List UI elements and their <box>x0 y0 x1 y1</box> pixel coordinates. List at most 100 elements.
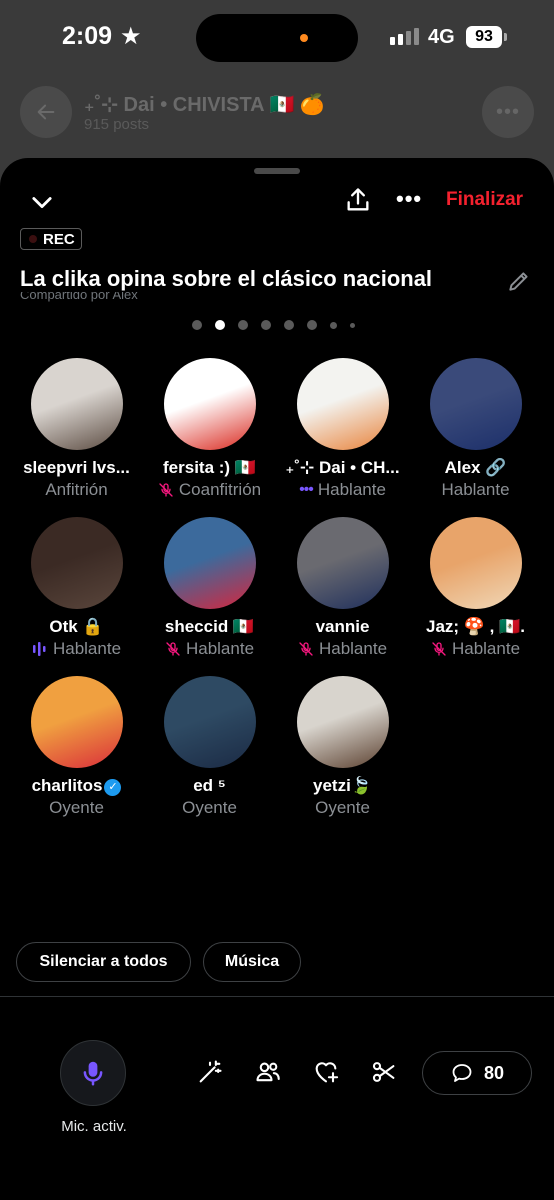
star-icon: ★ <box>120 23 142 50</box>
avatar[interactable] <box>296 358 389 450</box>
participant[interactable]: charlitos ✓ Oyente <box>10 676 143 818</box>
participant-name: vannie <box>315 617 370 636</box>
end-space-button[interactable]: Finalizar <box>446 189 523 211</box>
edit-icon[interactable] <box>506 268 532 294</box>
recording-badge: REC <box>20 228 82 250</box>
avatar[interactable] <box>429 358 522 450</box>
role-label: Hablante <box>318 639 388 658</box>
magic-wand-icon[interactable] <box>196 1058 224 1086</box>
participant-role: Hablante <box>143 639 276 659</box>
participant[interactable]: Alex 🔗 Hablante <box>409 358 542 500</box>
page-dot <box>261 320 271 330</box>
page-dot <box>284 320 294 330</box>
role-label: Anfitrión <box>45 480 108 499</box>
role-label: Hablante <box>52 639 122 658</box>
participant-role: Oyente <box>10 798 143 818</box>
scissors-icon[interactable] <box>370 1058 398 1086</box>
participant[interactable]: yetzi🍃 Oyente <box>276 676 409 818</box>
participant-role: Oyente <box>143 798 276 818</box>
mic-button[interactable] <box>60 1040 126 1106</box>
mic-icon <box>83 1061 103 1086</box>
network-type: 4G <box>428 26 455 48</box>
avatar[interactable] <box>296 517 389 609</box>
participant-role: Hablante <box>409 639 542 659</box>
participant-name: ₊˚⊹ Dai • CH... <box>285 458 400 477</box>
avatar[interactable] <box>163 676 256 768</box>
avatar[interactable] <box>30 517 123 609</box>
speaking-bars-icon <box>32 642 46 656</box>
participant-name: yetzi🍃 <box>313 776 372 795</box>
page-indicator <box>192 320 355 330</box>
role-label: Oyente <box>315 798 370 817</box>
status-time: 2:09 <box>62 22 113 50</box>
avatar[interactable] <box>429 517 522 609</box>
page-dot-active <box>215 320 225 330</box>
participant-role: Anfitrión <box>10 480 143 500</box>
participant-name: sheccid 🇲🇽 <box>164 617 255 636</box>
people-icon[interactable] <box>254 1058 282 1086</box>
music-button[interactable]: Música <box>203 942 301 982</box>
avatar[interactable] <box>163 358 256 450</box>
more-icon[interactable]: ••• <box>396 186 422 212</box>
role-label: Oyente <box>182 798 237 817</box>
participant-role: Coanfitrión <box>143 480 276 500</box>
participant-name: Otk 🔒 <box>49 617 104 636</box>
avatar[interactable] <box>30 676 123 768</box>
comments-button[interactable]: 80 <box>422 1051 532 1095</box>
page-dot <box>192 320 202 330</box>
mic-off-icon <box>299 642 313 656</box>
battery-tip <box>504 33 507 41</box>
chevron-down-icon[interactable] <box>28 188 56 216</box>
participant-name: Jaz; 🍄 , 🇲🇽. <box>425 617 526 636</box>
role-label: Hablante <box>451 639 521 658</box>
participant[interactable]: sleepvri lvs... Anfitrión <box>10 358 143 500</box>
divider <box>0 996 554 997</box>
profile-name: ₊˚⊹ Dai • CHIVISTA 🇲🇽 🍊 <box>84 94 325 116</box>
page-dot <box>238 320 248 330</box>
back-button[interactable] <box>20 86 72 138</box>
participant-name: sleepvri lvs... <box>23 458 130 477</box>
signal-icon <box>390 28 419 45</box>
profile-post-count: 915 posts <box>84 116 150 133</box>
arrow-left-icon <box>37 104 55 120</box>
dynamic-island <box>196 14 358 62</box>
participant[interactable]: fersita :) 🇲🇽 Coanfitrión <box>143 358 276 500</box>
mic-off-icon <box>159 483 173 497</box>
participant[interactable]: Otk 🔒 Hablante <box>10 517 143 659</box>
participant-name: Alex 🔗 <box>444 458 507 477</box>
participant-role: Hablante <box>409 480 542 500</box>
participant[interactable]: ₊˚⊹ Dai • CH... ••• Hablante <box>276 358 409 500</box>
role-label: Oyente <box>49 798 104 817</box>
page-dot <box>330 321 337 329</box>
share-icon[interactable] <box>344 186 372 214</box>
mic-label: Mic. activ. <box>61 1118 127 1135</box>
mute-all-button[interactable]: Silenciar a todos <box>16 942 191 982</box>
rec-label: REC <box>43 230 75 248</box>
profile-more-button[interactable]: ••• <box>482 86 534 138</box>
heart-plus-icon[interactable] <box>312 1058 340 1086</box>
participant-role: Oyente <box>276 798 409 818</box>
mic-off-icon <box>166 642 180 656</box>
verified-badge-icon: ✓ <box>104 779 122 796</box>
role-label: Hablante <box>441 480 510 499</box>
avatar[interactable] <box>296 676 389 768</box>
comment-count: 80 <box>483 1062 505 1083</box>
participant[interactable]: vannie Hablante <box>276 517 409 659</box>
participant-role: Hablante <box>276 639 409 659</box>
space-title: La clika opina sobre el clásico nacional <box>20 266 433 291</box>
sheet-grabber[interactable] <box>254 168 300 174</box>
role-label: Coanfitrión <box>178 480 262 499</box>
role-label: Hablante <box>317 480 386 499</box>
battery-icon: 93 <box>466 26 502 48</box>
shared-by: Compartido por Alex <box>20 292 138 302</box>
mic-off-icon <box>432 642 446 656</box>
participant-role: Hablante <box>10 639 143 659</box>
participant[interactable]: ed ⁵ Oyente <box>143 676 276 818</box>
role-label: Hablante <box>185 639 255 658</box>
participant-name: fersita :) 🇲🇽 <box>163 458 256 477</box>
avatar[interactable] <box>30 358 123 450</box>
participant[interactable]: Jaz; 🍄 , 🇲🇽. Hablante <box>409 517 542 659</box>
participant[interactable]: sheccid 🇲🇽 Hablante <box>143 517 276 659</box>
avatar[interactable] <box>163 517 256 609</box>
page-dot <box>307 320 317 330</box>
